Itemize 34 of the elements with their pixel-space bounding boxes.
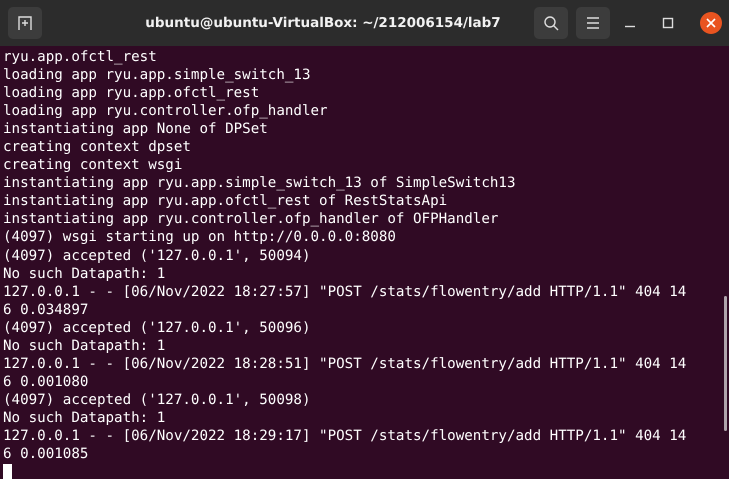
window-title: ubuntu@ubuntu-VirtualBox: ~/212006154/lab7 <box>144 15 502 31</box>
scrollbar[interactable] <box>724 296 727 431</box>
terminal-line: No such Datapath: 1 <box>3 408 166 427</box>
terminal-line: loading app ryu.app.ofctl_rest <box>3 84 260 102</box>
menu-icon <box>586 17 600 29</box>
search-icon <box>543 15 559 31</box>
terminal-line: (4097) accepted ('127.0.0.1', 50094) <box>3 246 310 265</box>
terminal-line: (4097) accepted ('127.0.0.1', 50098) <box>3 390 310 409</box>
terminal-line: No such Datapath: 1 <box>3 264 166 283</box>
menu-button[interactable] <box>576 7 610 39</box>
close-button[interactable] <box>700 12 722 34</box>
new-tab-icon <box>17 15 33 31</box>
terminal-line: instantiating app ryu.controller.ofp_handler of OFPHandler <box>3 210 498 228</box>
search-button[interactable] <box>534 7 568 39</box>
terminal-line: ryu.app.ofctl_rest <box>3 48 157 66</box>
terminal-line: loading app ryu.app.simple_switch_13 <box>3 66 310 84</box>
terminal-line: 6 0.034897 <box>3 300 88 319</box>
terminal-line: (4097) accepted ('127.0.0.1', 50096) <box>3 318 310 337</box>
terminal-line: loading app ryu.controller.ofp_handler <box>3 102 328 120</box>
terminal-line: (4097) wsgi starting up on http://0.0.0.0:8080 <box>3 228 396 247</box>
terminal-line: 6 0.001080 <box>3 372 88 391</box>
terminal-line: 127.0.0.1 - - [06/Nov/2022 18:28:51] "POST /stats/flowentry/add HTTP/1.1" 404 14 <box>3 354 686 373</box>
terminal-line: instantiating app ryu.app.ofctl_rest of RestStatsApi <box>3 192 448 210</box>
terminal-line: instantiating app None of DPSet <box>3 120 268 138</box>
maximize-button[interactable] <box>662 17 674 29</box>
terminal-line: 127.0.0.1 - - [06/Nov/2022 18:29:17] "POST /stats/flowentry/add HTTP/1.1" 404 14 <box>3 426 686 446</box>
new-tab-button[interactable] <box>8 7 42 39</box>
terminal-line: creating context dpset <box>3 138 191 156</box>
terminal-line: 6 0.001085 <box>3 445 88 464</box>
terminal-line: creating context wsgi <box>3 156 182 174</box>
terminal-line: 127.0.0.1 - - [06/Nov/2022 18:27:57] "POST /stats/flowentry/add HTTP/1.1" 404 14 <box>3 282 686 301</box>
terminal-line: instantiating app ryu.app.simple_switch_13 of SimpleSwitch13 <box>3 174 516 192</box>
terminal-line: No such Datapath: 1 <box>3 336 166 355</box>
text-cursor <box>3 464 12 479</box>
